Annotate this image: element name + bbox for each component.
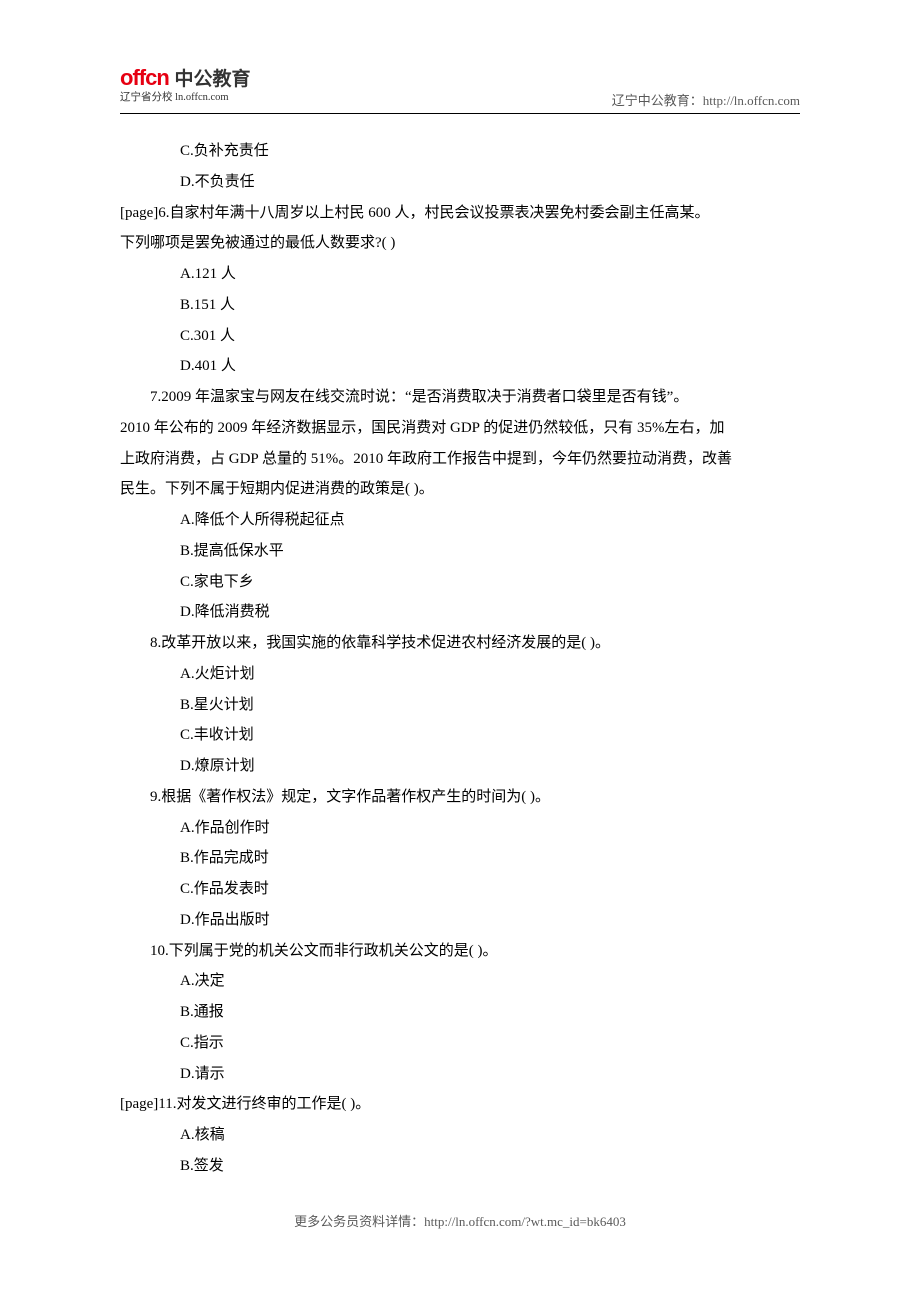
- footer-label: 更多公务员资料详情：: [294, 1214, 424, 1229]
- q7-option-b: B.提高低保水平: [120, 536, 800, 567]
- q11-option-a: A.核稿: [120, 1120, 800, 1151]
- q7-stem-line3: 上政府消费，占 GDP 总量的 51%。2010 年政府工作报告中提到，今年仍然…: [120, 444, 800, 475]
- q6-stem-line2: 下列哪项是罢免被通过的最低人数要求?( ): [120, 228, 800, 259]
- page-footer: 更多公务员资料详情：http://ln.offcn.com/?wt.mc_id=…: [0, 1211, 920, 1230]
- q6-option-c: C.301 人: [120, 321, 800, 352]
- q8-option-d: D.燎原计划: [120, 751, 800, 782]
- logo-row-top: offcn 中公教育: [120, 64, 251, 91]
- q9-option-b: B.作品完成时: [120, 843, 800, 874]
- q5-option-c: C.负补充责任: [120, 136, 800, 167]
- q7-option-a: A.降低个人所得税起征点: [120, 505, 800, 536]
- q8-option-b: B.星火计划: [120, 690, 800, 721]
- q8-option-c: C.丰收计划: [120, 720, 800, 751]
- q10-option-d: D.请示: [120, 1059, 800, 1090]
- logo-text-cn: 中公教育: [175, 64, 251, 91]
- q10-stem: 10.下列属于党的机关公文而非行政机关公文的是( )。: [120, 936, 800, 967]
- header-source: 辽宁中公教育：http://ln.offcn.com: [612, 90, 800, 109]
- brand-logo: offcn 中公教育 辽宁省分校 ln.offcn.com: [120, 64, 251, 104]
- q7-stem-line4: 民生。下列不属于短期内促进消费的政策是( )。: [120, 474, 800, 505]
- header-source-label: 辽宁中公教育：: [612, 93, 703, 108]
- q10-option-c: C.指示: [120, 1028, 800, 1059]
- q11-option-b: B.签发: [120, 1151, 800, 1182]
- logo-text-en: offcn: [120, 65, 169, 91]
- q10-option-b: B.通报: [120, 997, 800, 1028]
- q9-option-c: C.作品发表时: [120, 874, 800, 905]
- q6-option-b: B.151 人: [120, 290, 800, 321]
- q7-option-c: C.家电下乡: [120, 567, 800, 598]
- q8-option-a: A.火炬计划: [120, 659, 800, 690]
- q7-stem-line1: 7.2009 年温家宝与网友在线交流时说：“是否消费取决于消费者口袋里是否有钱”…: [120, 382, 800, 413]
- header-source-link[interactable]: http://ln.offcn.com: [703, 93, 800, 108]
- q6-stem-line1: [page]6.自家村年满十八周岁以上村民 600 人，村民会议投票表决罢免村委…: [120, 198, 800, 229]
- page-header: offcn 中公教育 辽宁省分校 ln.offcn.com 辽宁中公教育：htt…: [120, 68, 800, 114]
- q9-stem: 9.根据《著作权法》规定，文字作品著作权产生的时间为( )。: [120, 782, 800, 813]
- q5-option-d: D.不负责任: [120, 167, 800, 198]
- document-body: C.负补充责任 D.不负责任 [page]6.自家村年满十八周岁以上村民 600…: [120, 136, 800, 1182]
- q9-option-d: D.作品出版时: [120, 905, 800, 936]
- q7-option-d: D.降低消费税: [120, 597, 800, 628]
- q7-stem-line2: 2010 年公布的 2009 年经济数据显示，国民消费对 GDP 的促进仍然较低…: [120, 413, 800, 444]
- document-page: offcn 中公教育 辽宁省分校 ln.offcn.com 辽宁中公教育：htt…: [0, 0, 920, 1272]
- q6-option-d: D.401 人: [120, 351, 800, 382]
- q11-stem: [page]11.对发文进行终审的工作是( )。: [120, 1089, 800, 1120]
- q10-option-a: A.决定: [120, 966, 800, 997]
- q8-stem: 8.改革开放以来，我国实施的依靠科学技术促进农村经济发展的是( )。: [120, 628, 800, 659]
- logo-subtext: 辽宁省分校 ln.offcn.com: [120, 89, 251, 104]
- q9-option-a: A.作品创作时: [120, 813, 800, 844]
- q6-option-a: A.121 人: [120, 259, 800, 290]
- footer-link[interactable]: http://ln.offcn.com/?wt.mc_id=bk6403: [424, 1214, 626, 1229]
